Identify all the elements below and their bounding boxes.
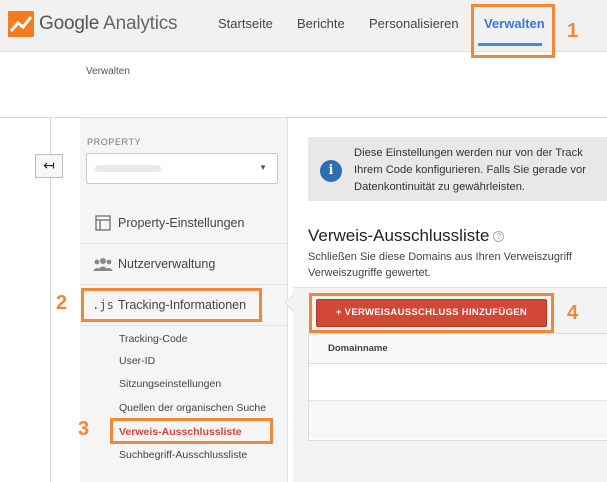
nav-personalisieren[interactable]: Personalisieren — [369, 0, 459, 52]
nav-berichte[interactable]: Berichte — [297, 0, 345, 52]
add-referral-exclusion-button[interactable]: + VERWEISAUSSCHLUSS HINZUFÜGEN — [316, 299, 547, 327]
logo-text: Google Analytics — [39, 13, 178, 34]
page-title-text: Verweis-Ausschlussliste — [308, 226, 490, 245]
info-line: Ihrem Code konfigurieren. Falls Sie gera… — [354, 164, 586, 176]
back-arrow-icon: ↤ — [43, 157, 55, 173]
sidebar-item-label: Property-Einstellungen — [118, 216, 245, 230]
info-line: Diese Einstellungen werden nur von der T… — [354, 147, 583, 159]
info-icon: i — [320, 160, 342, 182]
info-line: Datenkontinuität zu gewährleisten. — [354, 181, 526, 193]
help-icon[interactable]: ? — [493, 231, 505, 242]
sidebar-item-tracking-info[interactable]: .js Tracking-Informationen — [80, 285, 288, 326]
subnav-organic-search-sources[interactable]: Quellen der organischen Suche — [119, 402, 266, 414]
annotation-number-2: 2 — [56, 292, 68, 314]
subnav-search-term-exclusion-list[interactable]: Suchbegriff-Ausschlussliste — [119, 449, 247, 461]
sidebar-item-label: Tracking-Informationen — [118, 298, 247, 312]
annotation-number-3: 3 — [78, 418, 90, 440]
back-button[interactable]: ↤ — [35, 154, 63, 178]
info-notice-text: Diese Einstellungen werden nur von der T… — [354, 145, 607, 196]
description-line: Schließen Sie diese Domains aus Ihren Ve… — [308, 251, 572, 263]
nav-startseite[interactable]: Startseite — [218, 0, 273, 52]
annotation-number-4: 4 — [567, 302, 579, 324]
users-icon — [88, 257, 118, 271]
page-description: Schließen Sie diese Domains aus Ihren Ve… — [308, 249, 607, 281]
table-row — [309, 401, 607, 438]
subnav-session-settings[interactable]: Sitzungseinstellungen — [119, 378, 221, 390]
table-row — [309, 364, 607, 401]
sidebar-item-user-management[interactable]: Nutzerverwaltung — [80, 244, 288, 285]
chevron-down-icon: ▼ — [259, 163, 267, 172]
active-tab-indicator — [478, 43, 542, 46]
subnav-referral-exclusion-list[interactable]: Verweis-Ausschlussliste — [119, 426, 242, 438]
property-label: PROPERTY — [87, 137, 142, 147]
analytics-logo-icon — [8, 11, 34, 37]
sidebar-item-property-settings[interactable]: Property-Einstellungen — [80, 203, 288, 244]
page-icon — [88, 215, 118, 231]
property-name-blurred — [95, 165, 161, 172]
js-icon: .js — [92, 298, 114, 312]
property-selector[interactable]: ▼ — [86, 153, 278, 184]
table-header-domain[interactable]: Domainname — [309, 334, 607, 364]
google-analytics-logo[interactable]: Google Analytics — [8, 9, 178, 39]
annotation-number-1: 1 — [567, 20, 579, 42]
page-title: Verweis-Ausschlussliste? — [308, 226, 505, 246]
breadcrumb: Verwalten — [86, 66, 130, 77]
subnav-tracking-code[interactable]: Tracking-Code — [119, 333, 187, 345]
description-line: Verweiszugriffe gewertet. — [308, 267, 431, 279]
exclusion-table: Domainname — [308, 333, 607, 441]
subnav-user-id[interactable]: User-ID — [119, 355, 155, 367]
sidebar-item-label: Nutzerverwaltung — [118, 257, 216, 271]
